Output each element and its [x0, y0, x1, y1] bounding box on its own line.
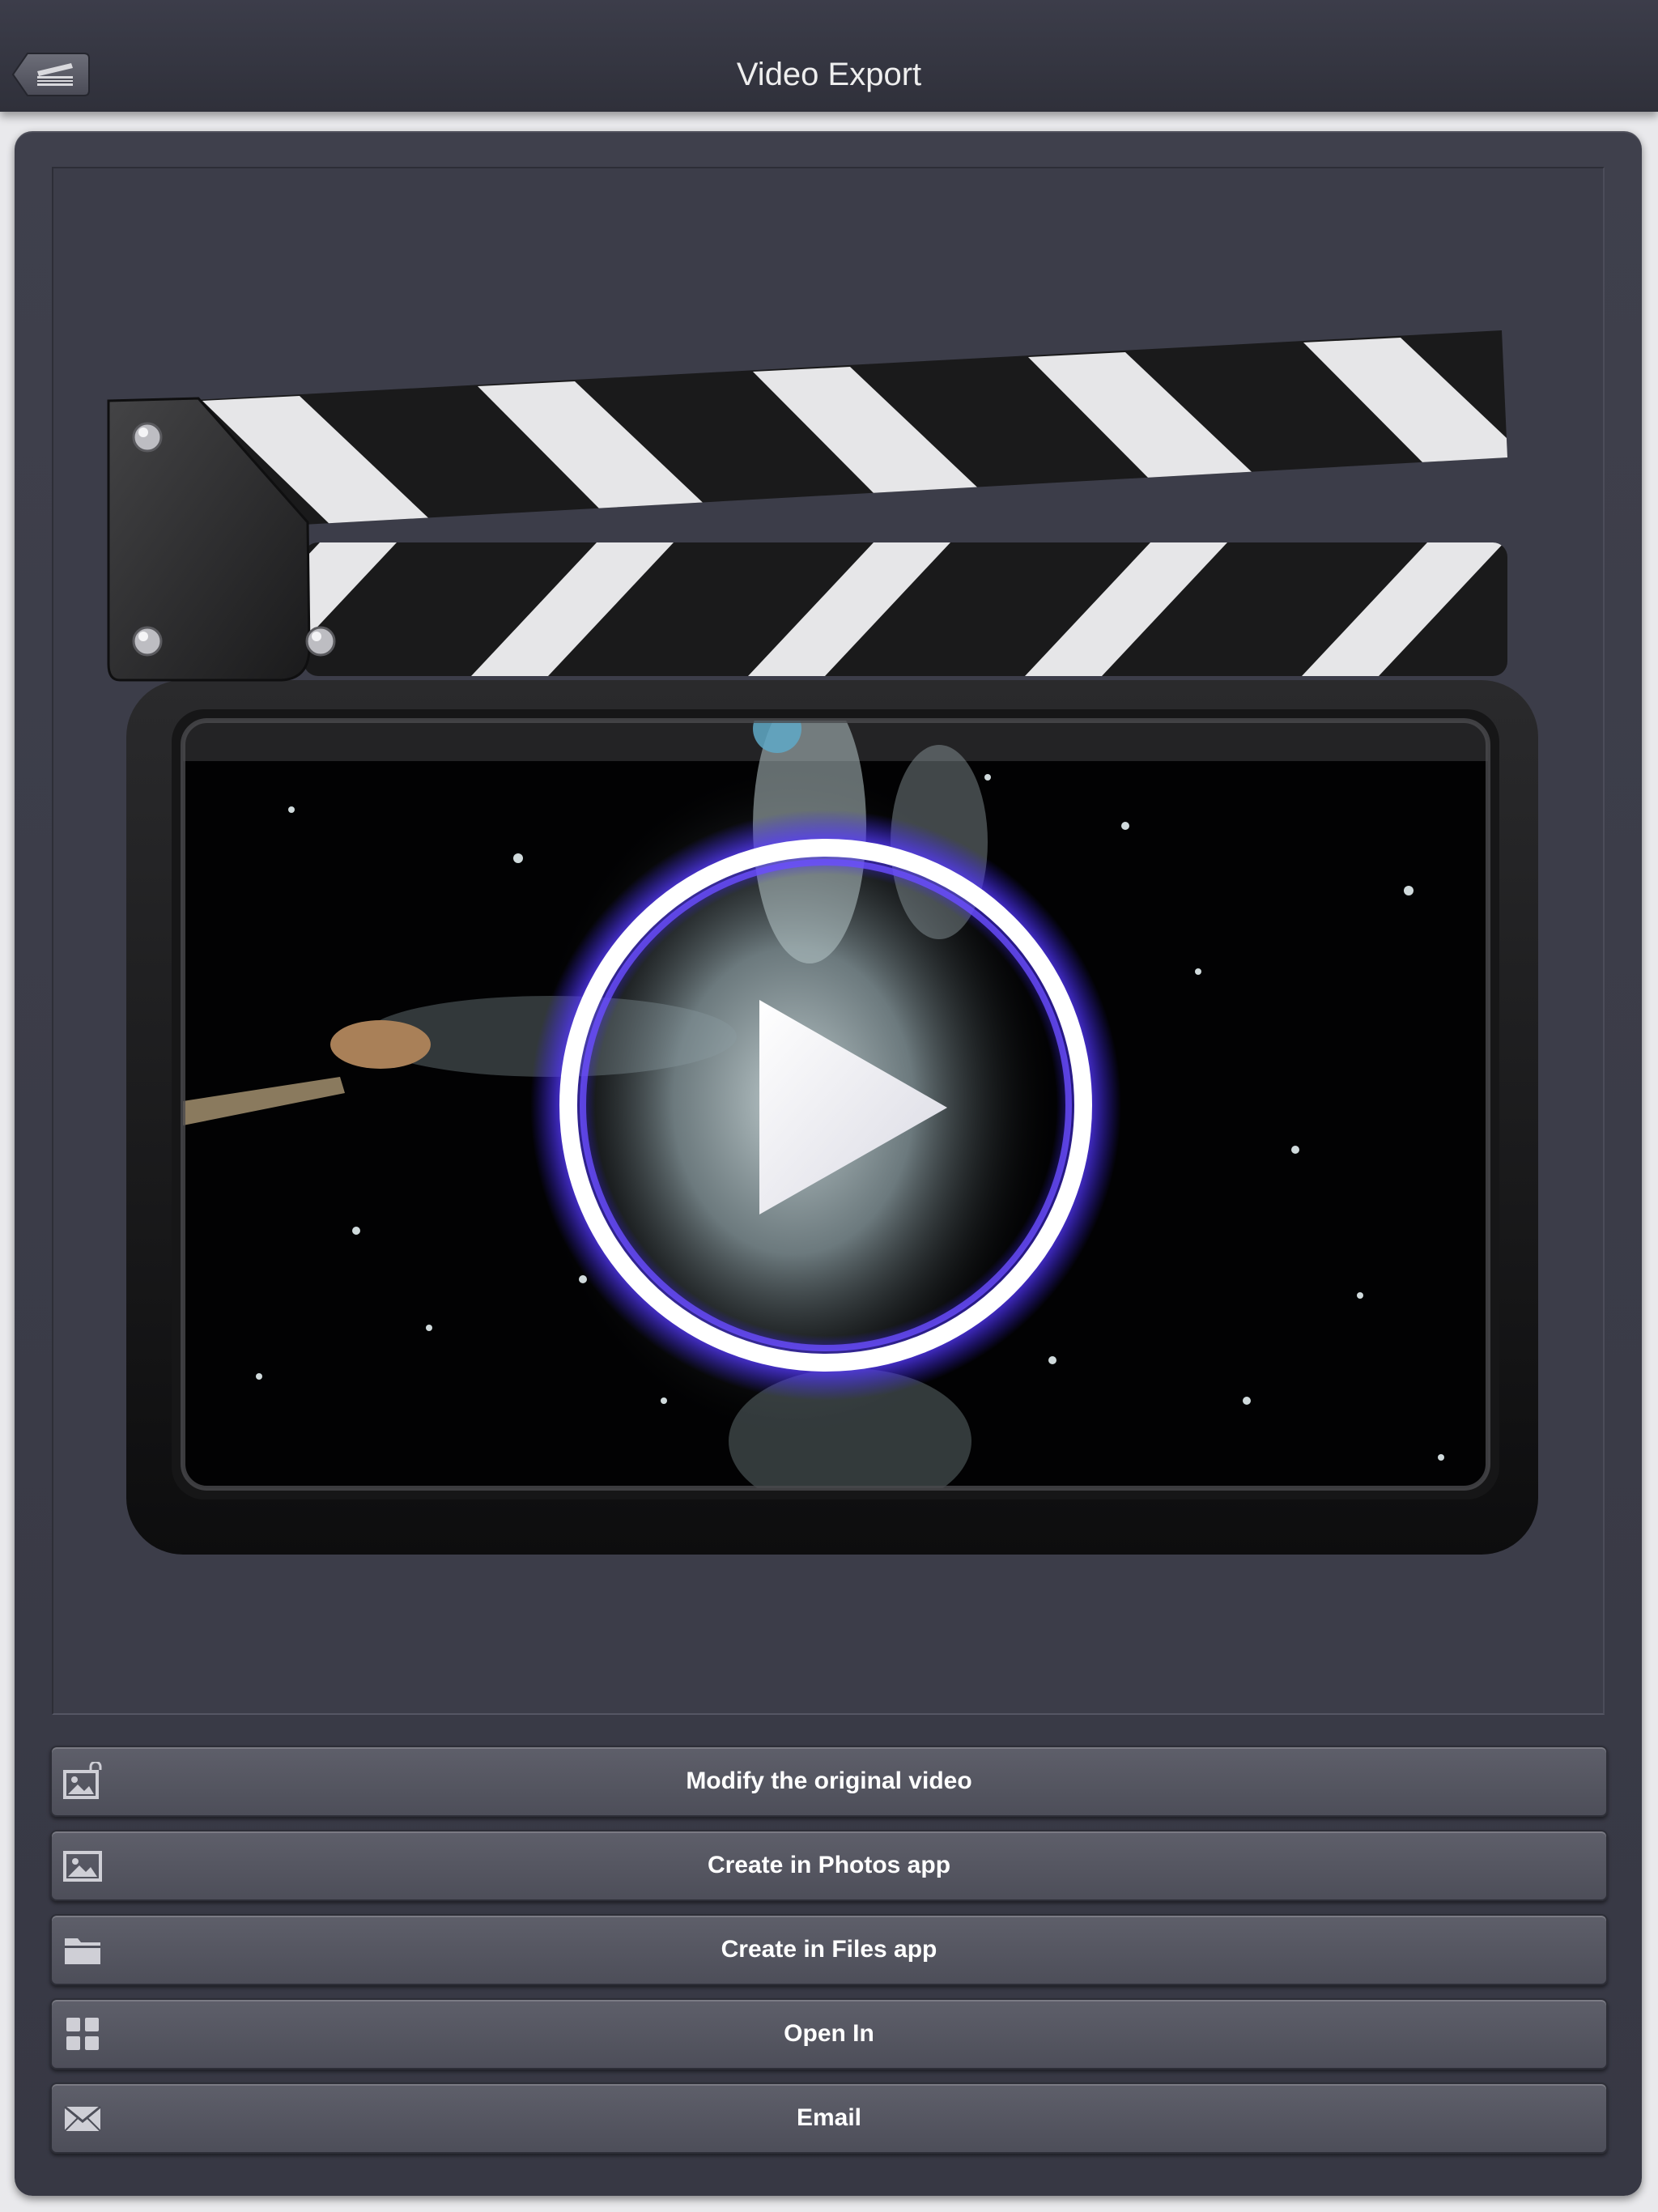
email-label: Email [796, 2104, 862, 2131]
open-in-button[interactable]: Open In [50, 1998, 1608, 2069]
video-preview[interactable] [97, 324, 1554, 1587]
modify-original-video-label: Modify the original video [686, 1767, 972, 1794]
create-in-photos-button[interactable]: Create in Photos app [50, 1830, 1608, 1901]
navigation-bar: Video Export [0, 0, 1658, 112]
create-in-photos-label: Create in Photos app [707, 1852, 951, 1878]
create-in-files-label: Create in Files app [721, 1936, 937, 1963]
clapperboard-icon [107, 330, 1538, 1555]
page-title: Video Export [736, 57, 922, 92]
open-in-label: Open In [784, 2020, 874, 2047]
create-in-files-button[interactable]: Create in Files app [50, 1914, 1608, 1985]
modify-original-video-button[interactable]: Modify the original video [50, 1746, 1608, 1817]
email-button[interactable]: Email [50, 2082, 1608, 2154]
